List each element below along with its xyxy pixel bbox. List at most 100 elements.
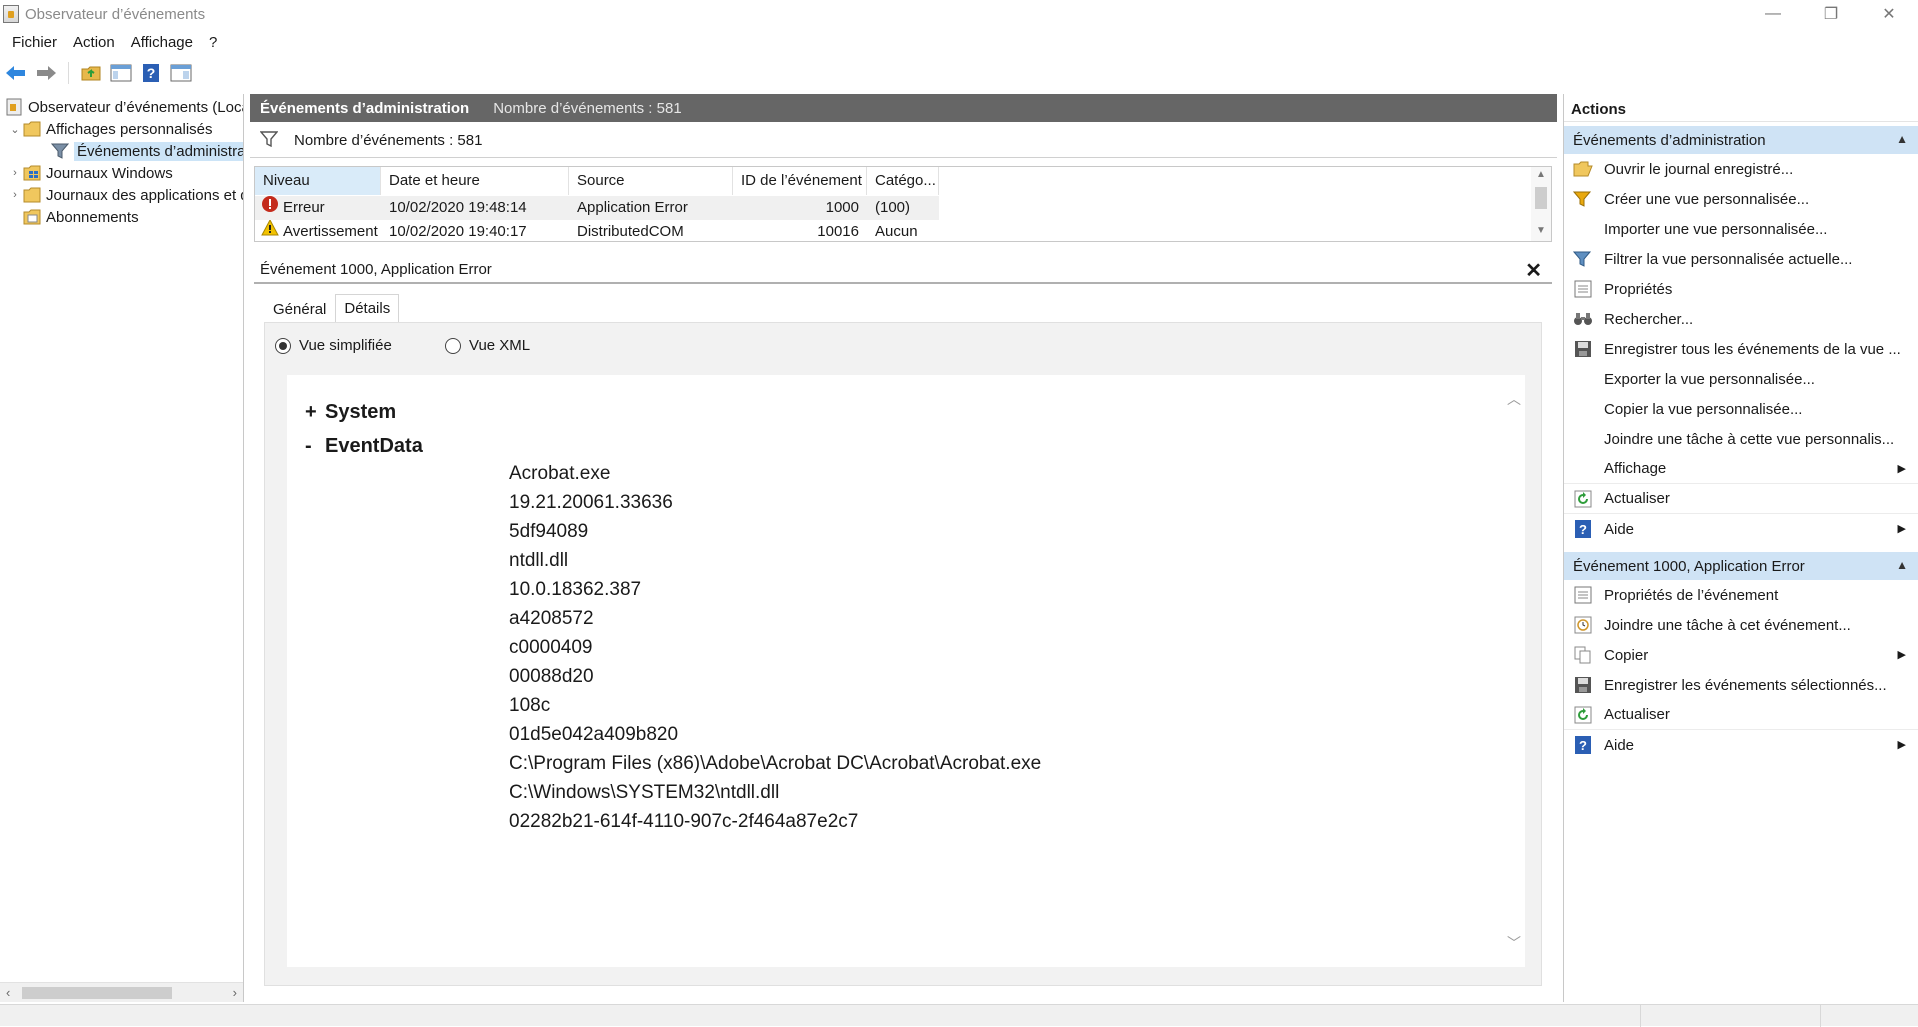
action-help-2[interactable]: ? Aide ▶: [1564, 730, 1918, 760]
action-copy[interactable]: Copier ▶: [1564, 640, 1918, 670]
action-create-custom-view[interactable]: Créer une vue personnalisée...: [1564, 184, 1918, 214]
action-save-selected-events[interactable]: Enregistrer les événements sélectionnés.…: [1564, 670, 1918, 700]
chevron-right-icon[interactable]: ›: [8, 189, 22, 201]
scroll-right-icon[interactable]: ›: [233, 985, 237, 1000]
action-filter-current-view[interactable]: Filtrer la vue personnalisée actuelle...: [1564, 244, 1918, 274]
tree-item-root[interactable]: Observateur d’événements (Local): [4, 96, 243, 118]
collapse-up-icon[interactable]: ▲: [1896, 558, 1908, 572]
action-help[interactable]: ? Aide ▶: [1564, 514, 1918, 544]
scroll-thumb[interactable]: [22, 987, 172, 999]
toolbar: ?: [0, 58, 1918, 88]
tree-item-app-logs[interactable]: › Journaux des applications et de servic…: [8, 184, 243, 206]
section-label: Événements d’administration: [1573, 131, 1766, 149]
data-value: 108c: [509, 695, 551, 716]
action-event-properties[interactable]: Propriétés de l’événement: [1564, 580, 1918, 610]
open-folder-icon: [1572, 159, 1594, 179]
event-data-values: Acrobat.exe 19.21.20061.33636 5df94089 n…: [509, 459, 1041, 836]
show-hide-tree-icon[interactable]: [109, 61, 133, 85]
forward-arrow-icon[interactable]: [34, 61, 58, 85]
tree-item-windows-logs[interactable]: › Journaux Windows: [8, 162, 173, 184]
actions-section-selected-event[interactable]: Événement 1000, Application Error ▲: [1564, 552, 1918, 580]
menu-help[interactable]: ?: [201, 34, 225, 51]
data-value: c0000409: [509, 637, 593, 658]
status-bar: [0, 1004, 1918, 1027]
radio-simple-view[interactable]: Vue simplifiée: [275, 337, 392, 354]
column-event-id[interactable]: ID de l’événement: [733, 167, 867, 195]
tree-item-admin-events[interactable]: Événements d’administration: [50, 140, 243, 162]
menu-view[interactable]: Affichage: [123, 34, 201, 51]
data-value: C:\Windows\SYSTEM32\ntdll.dll: [509, 782, 780, 803]
collapse-minus-icon[interactable]: -: [305, 435, 325, 458]
tree-horizontal-scrollbar[interactable]: ‹ ›: [0, 982, 243, 1002]
filter-icon: [50, 142, 70, 160]
action-view[interactable]: Affichage ▶: [1564, 454, 1918, 484]
save-icon: [1572, 339, 1594, 359]
window-controls: — ❐ ✕: [1744, 0, 1918, 28]
data-value: 01d5e042a409b820: [509, 724, 679, 745]
minimize-button[interactable]: —: [1744, 0, 1802, 28]
action-save-all-events[interactable]: Enregistrer tous les événements de la vu…: [1564, 334, 1918, 364]
menu-file[interactable]: Fichier: [4, 34, 65, 51]
action-refresh-2[interactable]: Actualiser: [1564, 700, 1918, 730]
svg-text:?: ?: [1579, 738, 1587, 753]
radio-unselected-icon[interactable]: [445, 337, 461, 354]
row-datetime: 10/02/2020 19:40:17: [389, 223, 527, 240]
scroll-left-icon[interactable]: ‹: [6, 985, 10, 1000]
folder-icon: [22, 186, 42, 204]
data-value: 02282b21-614f-4110-907c-2f464a87e2c7: [509, 811, 859, 832]
action-copy-custom-view[interactable]: Copier la vue personnalisée...: [1564, 394, 1918, 424]
tab-details[interactable]: Détails: [335, 294, 400, 322]
data-value: ntdll.dll: [509, 550, 569, 571]
action-find[interactable]: Rechercher...: [1564, 304, 1918, 334]
folder-up-icon[interactable]: [79, 61, 103, 85]
node-system[interactable]: + System: [305, 401, 396, 424]
svg-text:?: ?: [1579, 522, 1587, 537]
action-attach-task-to-event[interactable]: Joindre une tâche à cet événement...: [1564, 610, 1918, 640]
svg-text:?: ?: [147, 65, 156, 81]
chevron-down-icon[interactable]: ⌄: [8, 123, 22, 136]
radio-xml-view[interactable]: Vue XML: [445, 337, 530, 354]
table-row[interactable]: Erreur 10/02/2020 19:48:14 Application E…: [255, 196, 939, 220]
close-icon[interactable]: ✕: [1525, 258, 1542, 283]
help-icon[interactable]: ?: [139, 61, 163, 85]
tree-item-custom-views[interactable]: ⌄ Affichages personnalisés: [8, 118, 213, 140]
action-refresh[interactable]: Actualiser: [1564, 484, 1918, 514]
row-datetime: 10/02/2020 19:48:14: [389, 199, 527, 216]
chevron-right-icon[interactable]: ›: [8, 167, 22, 179]
expand-plus-icon[interactable]: +: [305, 401, 325, 424]
back-arrow-icon[interactable]: [4, 61, 28, 85]
tree-item-label: Affichages personnalisés: [46, 120, 213, 138]
action-properties[interactable]: Propriétés: [1564, 274, 1918, 304]
row-source: Application Error: [577, 199, 688, 216]
column-category[interactable]: Catégo...: [867, 167, 939, 195]
menu-action[interactable]: Action: [65, 34, 123, 51]
column-source[interactable]: Source: [569, 167, 733, 195]
event-detail-header: Événement 1000, Application Error ✕: [254, 256, 1552, 284]
column-datetime[interactable]: Date et heure: [381, 167, 569, 195]
tree-item-label: Abonnements: [46, 208, 139, 226]
node-eventdata[interactable]: - EventData: [305, 435, 423, 458]
action-export-custom-view[interactable]: Exporter la vue personnalisée...: [1564, 364, 1918, 394]
restore-button[interactable]: ❐: [1802, 0, 1860, 28]
actions-section-admin-events[interactable]: Événements d’administration ▲: [1564, 126, 1918, 154]
grid-vertical-scrollbar[interactable]: ▲ ▼: [1531, 167, 1551, 241]
radio-selected-icon[interactable]: [275, 337, 291, 354]
table-row[interactable]: Avertissement 10/02/2020 19:40:17 Distri…: [255, 220, 939, 244]
details-vertical-scrollbar[interactable]: ︿ ﹀: [1503, 375, 1525, 967]
show-hide-action-pane-icon[interactable]: [169, 61, 193, 85]
close-button[interactable]: ✕: [1860, 0, 1918, 28]
collapse-up-icon[interactable]: ▲: [1896, 132, 1908, 146]
action-import-custom-view[interactable]: Importer une vue personnalisée...: [1564, 214, 1918, 244]
scroll-thumb[interactable]: [1535, 187, 1547, 209]
tree-item-subscriptions[interactable]: Abonnements: [22, 206, 139, 228]
scroll-up-icon[interactable]: ▲: [1536, 169, 1546, 180]
column-level[interactable]: Niveau: [255, 167, 381, 195]
chevron-up-icon[interactable]: ︿: [1507, 389, 1521, 409]
tab-general[interactable]: Général: [264, 294, 335, 322]
chevron-down-icon[interactable]: ﹀: [1507, 933, 1521, 953]
data-value: C:\Program Files (x86)\Adobe\Acrobat DC\…: [509, 753, 1042, 774]
event-viewer-app-icon: [3, 5, 19, 23]
action-open-saved-log[interactable]: Ouvrir le journal enregistré...: [1564, 154, 1918, 184]
scroll-down-icon[interactable]: ▼: [1536, 225, 1546, 236]
action-attach-task-to-view[interactable]: Joindre une tâche à cette vue personnali…: [1564, 424, 1918, 454]
